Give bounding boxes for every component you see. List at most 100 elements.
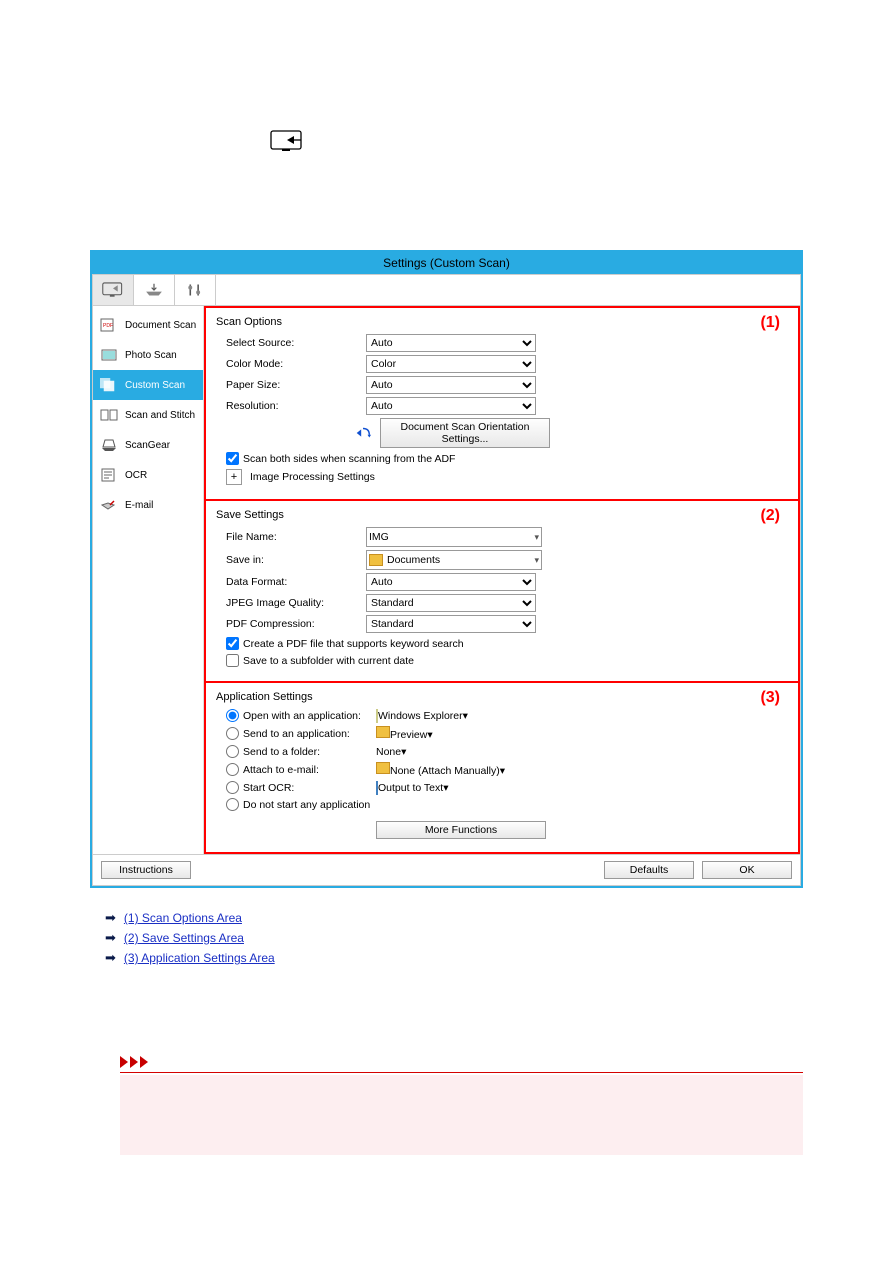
send-folder-label: Send to a folder: <box>243 746 320 758</box>
window-title: Settings (Custom Scan) <box>383 256 510 270</box>
save-in-label: Save in: <box>226 554 366 566</box>
save-settings-title: Save Settings <box>216 509 788 521</box>
image-processing-label: Image Processing Settings <box>250 471 375 483</box>
application-settings-title: Application Settings <box>216 691 788 703</box>
scan-options-title: Scan Options <box>216 316 788 328</box>
jpeg-quality-dropdown[interactable]: Standard <box>366 594 536 612</box>
sidebar-item-label: Photo Scan <box>125 350 177 361</box>
sidebar-item-scan-and-stitch[interactable]: Scan and Stitch <box>93 400 203 430</box>
email-icon <box>99 498 119 512</box>
panel-num-2: (2) <box>760 507 780 525</box>
paper-size-dropdown[interactable]: Auto <box>366 376 536 394</box>
sidebar-item-photo-scan[interactable]: Photo Scan <box>93 340 203 370</box>
sidebar-item-label: OCR <box>125 470 147 481</box>
send-app-dropdown[interactable]: Preview▾ <box>376 726 433 741</box>
more-functions-button[interactable]: More Functions <box>376 821 546 839</box>
scan-options-panel: (1) Scan Options Select Source: Auto Col… <box>204 306 800 501</box>
tab-from-scanner[interactable] <box>134 275 175 305</box>
save-in-dropdown[interactable]: Documents▾ <box>366 550 542 570</box>
subfolder-label: Save to a subfolder with current date <box>243 655 414 667</box>
title-bar: Settings (Custom Scan) <box>92 252 801 274</box>
create-pdf-label: Create a PDF file that supports keyword … <box>243 638 464 650</box>
sidebar-item-label: Document Scan <box>125 320 196 331</box>
folder-icon <box>369 554 383 566</box>
tab-from-computer[interactable] <box>93 275 134 305</box>
sidebar-item-scangear[interactable]: ScanGear <box>93 430 203 460</box>
important-icon <box>120 1056 803 1068</box>
folder-icon <box>376 762 390 774</box>
sidebar-item-label: Custom Scan <box>125 380 185 391</box>
scangear-icon <box>99 438 119 452</box>
dialog-window: Settings (Custom Scan) PDF Document Scan <box>90 250 803 888</box>
orientation-icon <box>354 426 372 440</box>
svg-text:PDF: PDF <box>103 323 113 329</box>
stitch-icon <box>99 408 119 422</box>
data-format-label: Data Format: <box>226 576 366 588</box>
start-ocr-radio[interactable] <box>226 781 239 794</box>
orientation-settings-button[interactable]: Document Scan Orientation Settings... <box>380 418 550 448</box>
resolution-label: Resolution: <box>226 400 366 412</box>
open-with-label: Open with an application: <box>243 710 361 722</box>
important-block <box>120 1056 803 1155</box>
jpeg-quality-label: JPEG Image Quality: <box>226 597 366 609</box>
select-source-label: Select Source: <box>226 337 366 349</box>
no-app-label: Do not start any application <box>243 799 370 811</box>
attach-email-label: Attach to e-mail: <box>243 764 319 776</box>
send-folder-radio[interactable] <box>226 745 239 758</box>
resolution-dropdown[interactable]: Auto <box>366 397 536 415</box>
instructions-button[interactable]: Instructions <box>101 861 191 879</box>
file-name-label: File Name: <box>226 531 366 543</box>
sidebar-item-ocr[interactable]: OCR <box>93 460 203 490</box>
subfolder-checkbox[interactable] <box>226 654 239 667</box>
anchor-links: ➡ (1) Scan Options Area ➡ (2) Save Setti… <box>105 910 893 966</box>
color-mode-label: Color Mode: <box>226 358 366 370</box>
select-source-dropdown[interactable]: Auto <box>366 334 536 352</box>
open-with-dropdown[interactable]: Windows Explorer▾ <box>376 710 468 722</box>
sidebar-item-label: Scan and Stitch <box>125 410 195 421</box>
open-with-radio[interactable] <box>226 709 239 722</box>
top-tabs <box>93 275 800 306</box>
sidebar: PDF Document Scan Photo Scan Custom Scan… <box>93 306 204 854</box>
panel-num-3: (3) <box>760 689 780 707</box>
main-area: (1) Scan Options Select Source: Auto Col… <box>204 306 800 854</box>
data-format-dropdown[interactable]: Auto <box>366 573 536 591</box>
start-ocr-dropdown[interactable]: Output to Text▾ <box>376 782 448 794</box>
save-settings-panel: (2) Save Settings File Name: IMG▾ Save i… <box>204 501 800 683</box>
link-app-settings[interactable]: (3) Application Settings Area <box>124 951 275 965</box>
application-settings-panel: (3) Application Settings Open with an ap… <box>204 683 800 854</box>
sidebar-item-label: E-mail <box>125 500 153 511</box>
defaults-button[interactable]: Defaults <box>604 861 694 879</box>
both-sides-label: Scan both sides when scanning from the A… <box>243 453 455 465</box>
arrow-icon: ➡ <box>105 930 116 946</box>
ok-button[interactable]: OK <box>702 861 792 879</box>
no-app-radio[interactable] <box>226 798 239 811</box>
sidebar-item-document-scan[interactable]: PDF Document Scan <box>93 310 203 340</box>
tab-settings-general[interactable] <box>175 275 216 305</box>
sidebar-item-custom-scan[interactable]: Custom Scan <box>93 370 203 400</box>
custom-scan-icon <box>99 378 119 392</box>
pdf-compression-dropdown[interactable]: Standard <box>366 615 536 633</box>
panel-num-1: (1) <box>760 314 780 332</box>
link-scan-options[interactable]: (1) Scan Options Area <box>124 911 242 925</box>
document-scan-icon: PDF <box>99 318 119 332</box>
sidebar-item-email[interactable]: E-mail <box>93 490 203 520</box>
link-save-settings[interactable]: (2) Save Settings Area <box>124 931 244 945</box>
create-pdf-checkbox[interactable] <box>226 637 239 650</box>
pdf-compression-label: PDF Compression: <box>226 618 366 630</box>
color-mode-dropdown[interactable]: Color <box>366 355 536 373</box>
attach-email-dropdown[interactable]: None (Attach Manually)▾ <box>376 762 505 777</box>
description-icon <box>270 130 630 152</box>
file-name-input[interactable]: IMG▾ <box>366 527 542 547</box>
expand-icon[interactable]: + <box>226 469 242 485</box>
photo-scan-icon <box>99 348 119 362</box>
arrow-icon: ➡ <box>105 950 116 966</box>
folder-icon <box>376 726 390 738</box>
attach-email-radio[interactable] <box>226 763 239 776</box>
sidebar-item-label: ScanGear <box>125 440 170 451</box>
arrow-icon: ➡ <box>105 910 116 926</box>
send-app-label: Send to an application: <box>243 728 350 740</box>
footer: Instructions Defaults OK <box>93 854 800 885</box>
send-folder-dropdown[interactable]: None▾ <box>376 746 406 758</box>
both-sides-checkbox[interactable] <box>226 452 239 465</box>
send-app-radio[interactable] <box>226 727 239 740</box>
